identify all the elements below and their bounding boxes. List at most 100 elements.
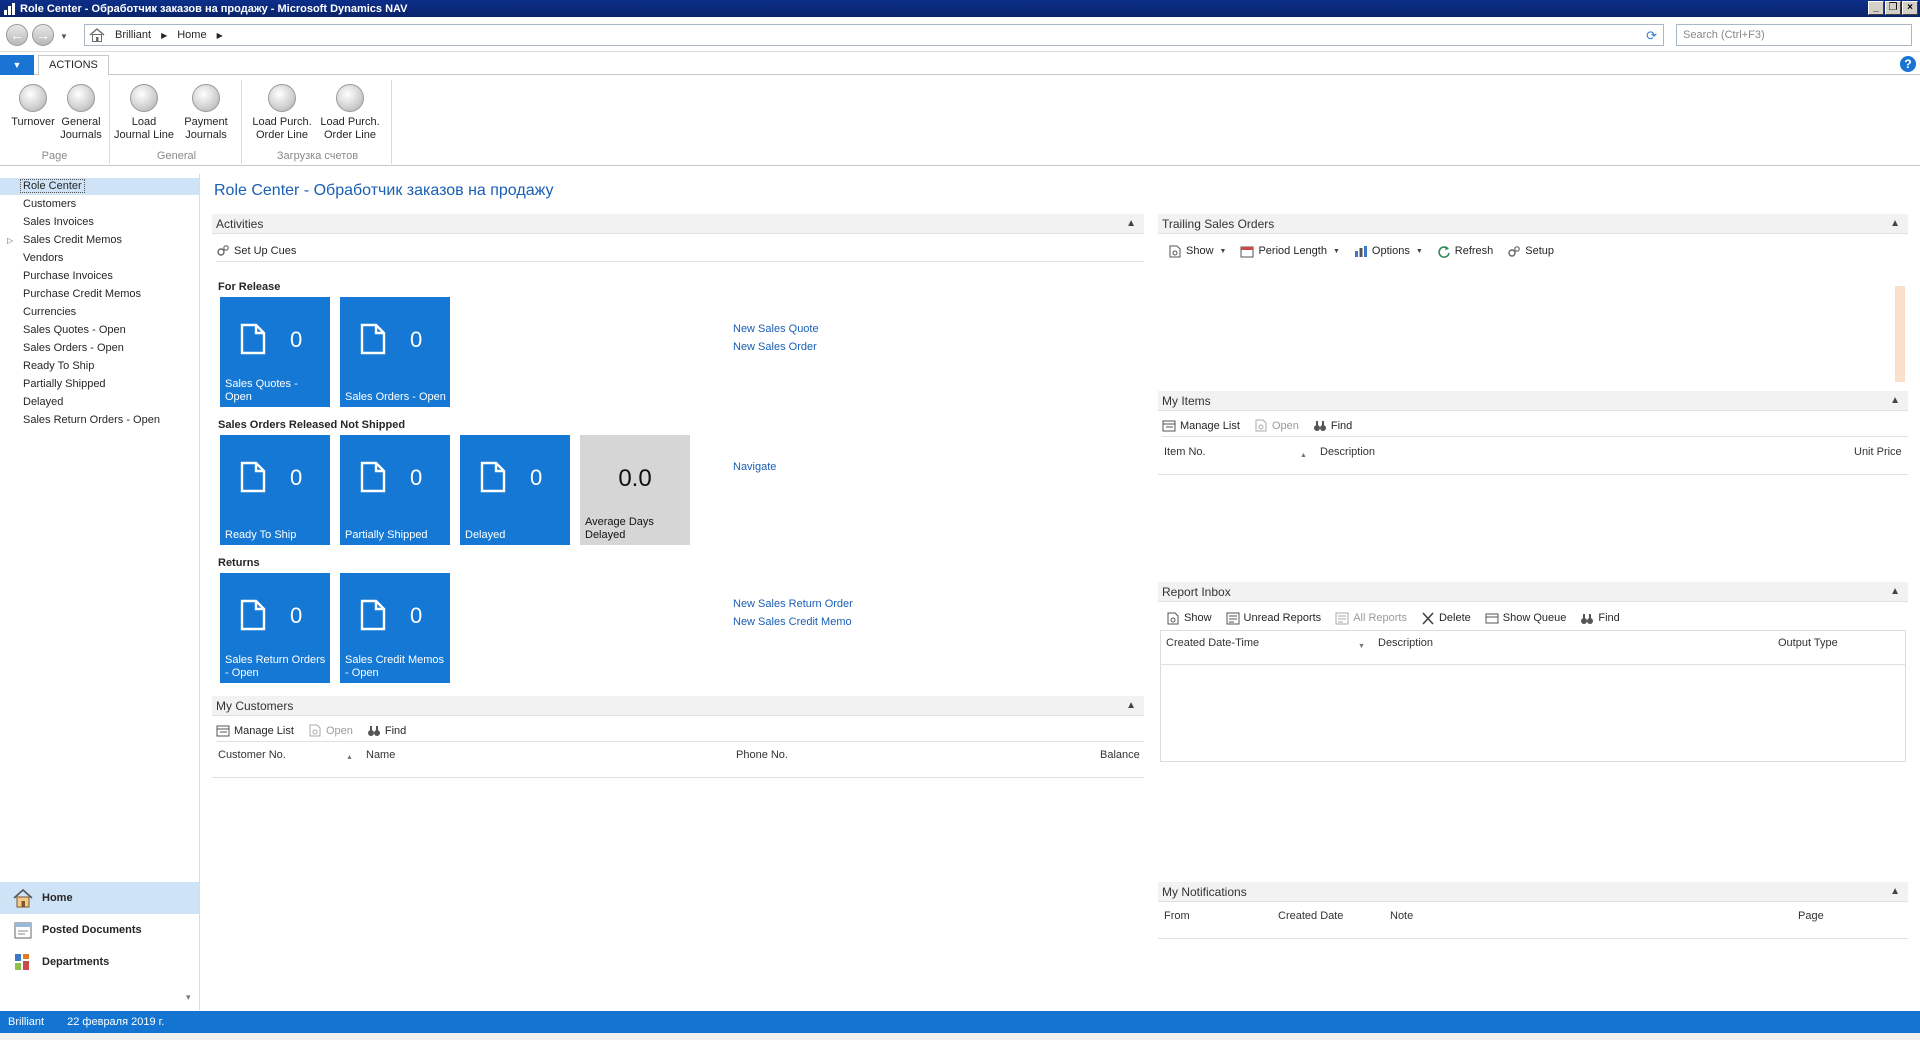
collapse-icon[interactable]: ▲ [1890, 882, 1900, 902]
manage-list-button[interactable]: Manage List [216, 724, 294, 737]
cue-tile-sales-return-orders-open[interactable]: 0 Sales Return Orders - Open [220, 573, 330, 683]
application-menu-button[interactable]: ▼ [0, 55, 34, 75]
new-sales-order-link[interactable]: New Sales Order [733, 341, 817, 353]
column-header-phone-no[interactable]: Phone No. [736, 749, 788, 761]
restore-button[interactable]: ❐ [1885, 1, 1901, 15]
cue-tile-average-days-delayed[interactable]: 0.0 Average Days Delayed [580, 435, 690, 545]
column-header-output-type[interactable]: Output Type [1778, 637, 1838, 649]
minimize-button[interactable]: _ [1868, 1, 1884, 15]
window-controls: _ ❐ × [1868, 1, 1918, 15]
cue-tile-sales-orders-open[interactable]: 0 Sales Orders - Open [340, 297, 450, 407]
period-length-button[interactable]: Period Length ▼ [1240, 245, 1340, 258]
close-button[interactable]: × [1902, 1, 1918, 15]
load-journal-line-button[interactable]: Load Journal Line [112, 84, 176, 142]
nav-item-sales-return-orders-open[interactable]: Sales Return Orders - Open [0, 412, 199, 429]
unread-reports-button[interactable]: Unread Reports [1226, 612, 1321, 625]
breadcrumb-separator-icon[interactable]: ▶ [217, 31, 223, 40]
new-sales-quote-link[interactable]: New Sales Quote [733, 323, 819, 335]
cue-tile-sales-credit-memos-open[interactable]: 0 Sales Credit Memos - Open [340, 573, 450, 683]
nav-item-purchase-credit-memos[interactable]: Purchase Credit Memos [0, 286, 199, 303]
report-inbox-part-header[interactable]: Report Inbox ▲ [1158, 582, 1908, 602]
show-queue-button[interactable]: Show Queue [1485, 612, 1566, 625]
set-up-cues-button[interactable]: Set Up Cues [216, 244, 296, 257]
breadcrumb-item-company[interactable]: Brilliant [115, 29, 151, 41]
refresh-icon[interactable]: ⟳ [1646, 28, 1657, 44]
nav-item-customers[interactable]: Customers [0, 196, 199, 213]
setup-button[interactable]: Setup [1507, 245, 1554, 258]
payment-journals-button[interactable]: Payment Journals [176, 84, 236, 142]
refresh-button[interactable]: Refresh [1437, 245, 1493, 258]
trailing-sales-orders-part-header[interactable]: Trailing Sales Orders ▲ [1158, 214, 1908, 234]
load-purch-order-line-button[interactable]: Load Purch. Order Line [248, 84, 316, 142]
column-header-note[interactable]: Note [1390, 910, 1413, 922]
show-button[interactable]: Show [1166, 612, 1212, 625]
chart-scroll-indicator[interactable] [1895, 286, 1905, 382]
column-header-description[interactable]: Description [1320, 446, 1375, 458]
nav-item-sales-invoices[interactable]: Sales Invoices [0, 214, 199, 231]
breadcrumb[interactable]: Brilliant ▶ Home ▶ ⟳ [84, 24, 1664, 46]
nav-item-sales-credit-memos[interactable]: Sales Credit Memos [0, 232, 199, 249]
column-header-item-no[interactable]: Item No. [1164, 446, 1206, 458]
breadcrumb-separator-icon[interactable]: ▶ [161, 31, 167, 40]
cue-tile-delayed[interactable]: 0 Delayed [460, 435, 570, 545]
delete-button[interactable]: Delete [1421, 611, 1471, 625]
navigate-link[interactable]: Navigate [733, 461, 776, 473]
show-button[interactable]: Show ▼ [1168, 245, 1226, 258]
pane-button-posted-documents[interactable]: Posted Documents [0, 914, 199, 946]
all-reports-button[interactable]: All Reports [1335, 612, 1407, 625]
nav-item-purchase-invoices[interactable]: Purchase Invoices [0, 268, 199, 285]
column-header-name[interactable]: Name [366, 749, 395, 761]
history-dropdown-icon[interactable]: ▼ [60, 32, 68, 41]
forward-button[interactable]: → [32, 24, 54, 46]
column-header-created-date[interactable]: Created Date [1278, 910, 1343, 922]
open-button[interactable]: Open [308, 724, 353, 737]
collapse-icon[interactable]: ▲ [1126, 696, 1136, 716]
collapse-icon[interactable]: ▲ [1890, 582, 1900, 602]
column-header-created-date-time[interactable]: Created Date-Time [1166, 637, 1259, 649]
pane-button-departments[interactable]: Departments [0, 946, 199, 978]
nav-item-sales-quotes-open[interactable]: Sales Quotes - Open [0, 322, 199, 339]
options-button[interactable]: Options ▼ [1354, 245, 1423, 258]
nav-item-partially-shipped[interactable]: Partially Shipped [0, 376, 199, 393]
collapse-icon[interactable]: ▲ [1126, 214, 1136, 234]
column-header-unit-price[interactable]: Unit Price [1854, 446, 1902, 458]
manage-list-button[interactable]: Manage List [1162, 419, 1240, 432]
nav-item-vendors[interactable]: Vendors [0, 250, 199, 267]
my-customers-part-header[interactable]: My Customers ▲ [212, 696, 1144, 716]
new-sales-credit-memo-link[interactable]: New Sales Credit Memo [733, 616, 852, 628]
column-header-description[interactable]: Description [1378, 637, 1433, 649]
find-button[interactable]: Find [367, 724, 406, 737]
cue-tile-sales-quotes-open[interactable]: 0 Sales Quotes - Open [220, 297, 330, 407]
breadcrumb-item-home[interactable]: Home [177, 29, 206, 41]
ribbon-group-label: Page [41, 150, 68, 162]
find-button[interactable]: Find [1313, 419, 1352, 432]
nav-item-delayed[interactable]: Delayed [0, 394, 199, 411]
activities-part-header[interactable]: Activities ▲ [212, 214, 1144, 234]
nav-item-ready-to-ship[interactable]: Ready To Ship [0, 358, 199, 375]
collapse-icon[interactable]: ▲ [1890, 391, 1900, 411]
nav-item-sales-orders-open[interactable]: Sales Orders - Open [0, 340, 199, 357]
column-header-customer-no[interactable]: Customer No. [218, 749, 286, 761]
nav-item-role-center[interactable]: Role Center [0, 178, 199, 195]
open-button[interactable]: Open [1254, 419, 1299, 432]
new-sales-return-order-link[interactable]: New Sales Return Order [733, 598, 853, 610]
tab-actions[interactable]: ACTIONS [38, 55, 109, 75]
collapse-icon[interactable]: ▲ [1890, 214, 1900, 234]
configure-buttons-icon[interactable]: ▾ [186, 992, 191, 1003]
help-icon[interactable]: ? [1900, 56, 1916, 72]
load-purch-order-line-2-button[interactable]: Load Purch. Order Line [316, 84, 384, 142]
back-button[interactable]: ← [6, 24, 28, 46]
search-input[interactable]: Search (Ctrl+F3) [1676, 24, 1912, 46]
pane-button-home[interactable]: Home [0, 882, 199, 914]
ribbon-group-invoice-load: Load Purch. Order Line Load Purch. Order… [244, 80, 392, 164]
find-button[interactable]: Find [1580, 612, 1620, 625]
cue-tile-ready-to-ship[interactable]: 0 Ready To Ship [220, 435, 330, 545]
general-journals-button[interactable]: General Journals [52, 84, 110, 142]
cue-tile-partially-shipped[interactable]: 0 Partially Shipped [340, 435, 450, 545]
column-header-page[interactable]: Page [1798, 910, 1824, 922]
column-header-from[interactable]: From [1164, 910, 1190, 922]
nav-item-currencies[interactable]: Currencies [0, 304, 199, 321]
column-header-balance[interactable]: Balance [1100, 749, 1140, 761]
my-notifications-part-header[interactable]: My Notifications ▲ [1158, 882, 1908, 902]
my-items-part-header[interactable]: My Items ▲ [1158, 391, 1908, 411]
